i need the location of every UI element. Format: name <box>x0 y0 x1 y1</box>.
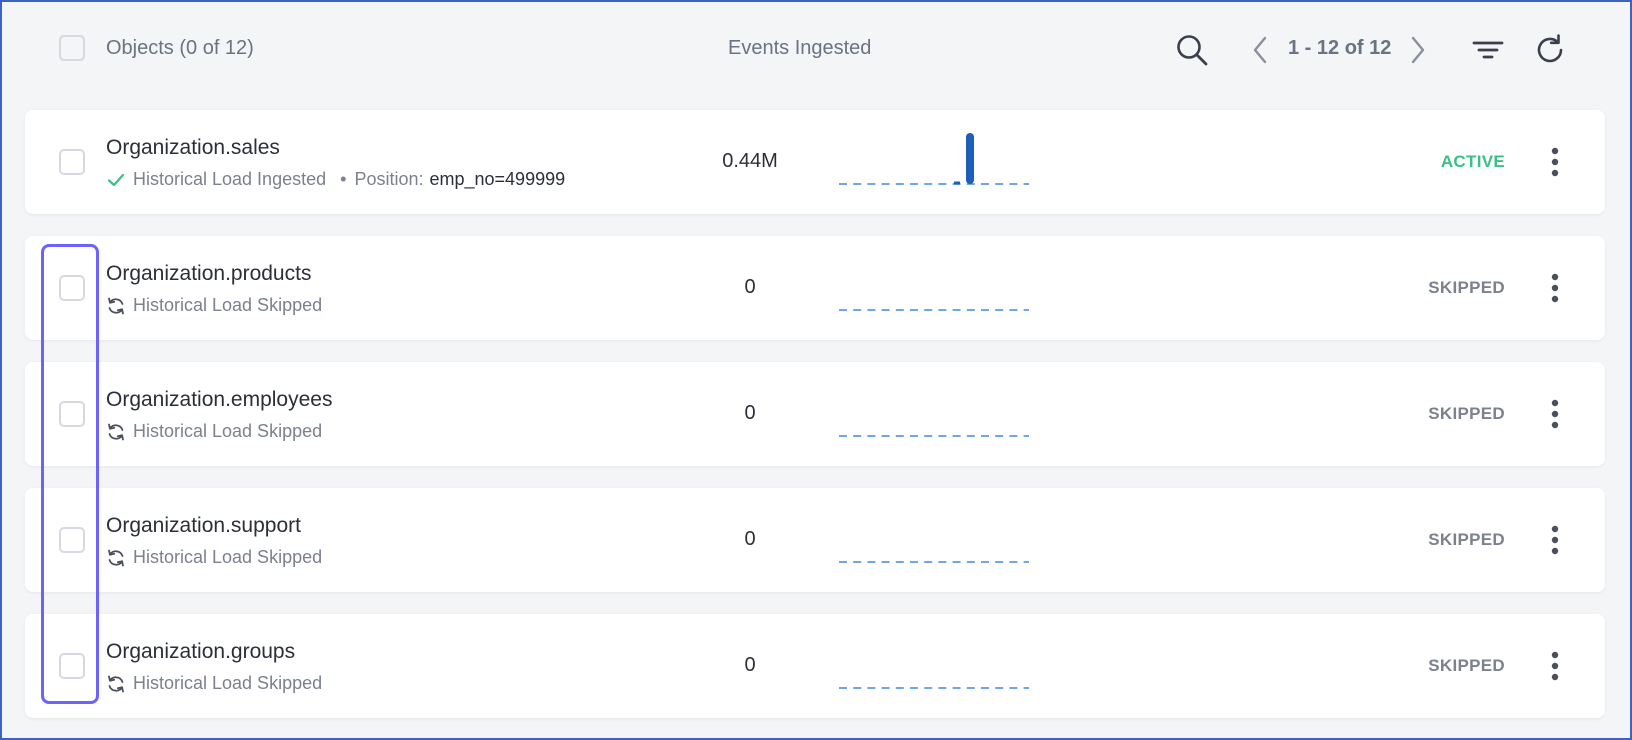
events-count: 0 <box>744 528 756 550</box>
more-vertical-icon <box>1551 147 1559 177</box>
row-checkbox[interactable] <box>59 401 85 427</box>
events-count: 0 <box>744 402 756 424</box>
pagination-info: 1 - 12 of 12 <box>1288 37 1392 59</box>
more-vertical-icon <box>1551 273 1559 303</box>
object-load-status: Historical Load Skipped <box>106 547 322 568</box>
row-menu-button[interactable] <box>1543 644 1567 688</box>
more-vertical-icon <box>1551 525 1559 555</box>
object-row[interactable]: Organization.support Historical Load Ski… <box>25 488 1605 592</box>
load-status-text: Historical Load Skipped <box>133 547 323 567</box>
more-vertical-icon <box>1551 399 1559 429</box>
events-count: 0.44M <box>722 150 778 172</box>
refresh-button[interactable] <box>1530 28 1570 72</box>
sparkline-peak-bar <box>966 133 974 184</box>
events-sparkline <box>839 309 1029 311</box>
next-page-button[interactable] <box>1406 30 1430 70</box>
check-icon <box>106 170 126 190</box>
object-name: Organization.support <box>106 514 301 537</box>
chevron-right-icon <box>1411 36 1425 64</box>
object-load-status: Historical Load Skipped <box>106 673 322 694</box>
position-label: Position: <box>354 169 424 189</box>
row-checkbox[interactable] <box>59 149 85 175</box>
object-row[interactable]: Organization.employees Historical Load S… <box>25 362 1605 466</box>
filter-button[interactable] <box>1470 30 1506 70</box>
select-all-checkbox[interactable] <box>59 35 85 61</box>
load-status-text: Historical Load Skipped <box>133 295 323 315</box>
separator-dot: • <box>340 169 347 189</box>
object-load-status: Historical Load Skipped <box>106 421 322 442</box>
events-ingested-header: Events Ingested <box>728 37 872 59</box>
events-count: 0 <box>744 654 756 676</box>
row-menu-button[interactable] <box>1543 266 1567 310</box>
sync-icon <box>106 674 126 694</box>
events-sparkline <box>839 561 1029 563</box>
refresh-icon <box>1537 34 1563 63</box>
search-button[interactable] <box>1172 30 1212 70</box>
object-row[interactable]: Organization.sales Historical Load Inges… <box>25 110 1605 214</box>
object-name: Organization.groups <box>106 640 296 663</box>
object-row[interactable]: Organization.groups Historical Load Skip… <box>25 614 1605 718</box>
load-status-text: Historical Load Ingested <box>133 169 327 189</box>
object-load-status: Historical Load Skipped <box>106 295 322 316</box>
object-load-status: Historical Load Ingested • Position: emp… <box>106 169 565 190</box>
row-menu-button[interactable] <box>1543 392 1567 436</box>
row-menu-button[interactable] <box>1543 140 1567 184</box>
status-badge: SKIPPED <box>1428 404 1505 423</box>
sync-icon <box>106 422 126 442</box>
object-row[interactable]: Organization.products Historical Load Sk… <box>25 236 1605 340</box>
object-name: Organization.employees <box>106 388 333 411</box>
search-icon <box>1177 35 1208 66</box>
filter-icon <box>1472 41 1504 59</box>
load-status-text: Historical Load Skipped <box>133 673 323 693</box>
list-header: Objects (0 of 12) Events Ingested 1 - 12… <box>0 0 1632 100</box>
position-value: emp_no=499999 <box>429 169 566 189</box>
row-checkbox[interactable] <box>59 275 85 301</box>
status-badge: SKIPPED <box>1428 656 1505 675</box>
events-sparkline <box>839 435 1029 437</box>
row-menu-button[interactable] <box>1543 518 1567 562</box>
objects-count-label: Objects (0 of 12) <box>106 37 254 59</box>
events-sparkline <box>839 133 1029 185</box>
status-badge: ACTIVE <box>1440 152 1505 171</box>
row-checkbox[interactable] <box>59 653 85 679</box>
events-count: 0 <box>744 276 756 298</box>
status-badge: SKIPPED <box>1428 530 1505 549</box>
object-name: Organization.products <box>106 262 312 285</box>
sync-icon <box>106 548 126 568</box>
load-status-text: Historical Load Skipped <box>133 421 323 441</box>
status-badge: SKIPPED <box>1428 278 1505 297</box>
previous-page-button[interactable] <box>1248 30 1272 70</box>
object-name: Organization.sales <box>106 136 280 159</box>
row-checkbox[interactable] <box>59 527 85 553</box>
chevron-left-icon <box>1253 36 1267 64</box>
more-vertical-icon <box>1551 651 1559 681</box>
sync-icon <box>106 296 126 316</box>
events-sparkline <box>839 687 1029 689</box>
